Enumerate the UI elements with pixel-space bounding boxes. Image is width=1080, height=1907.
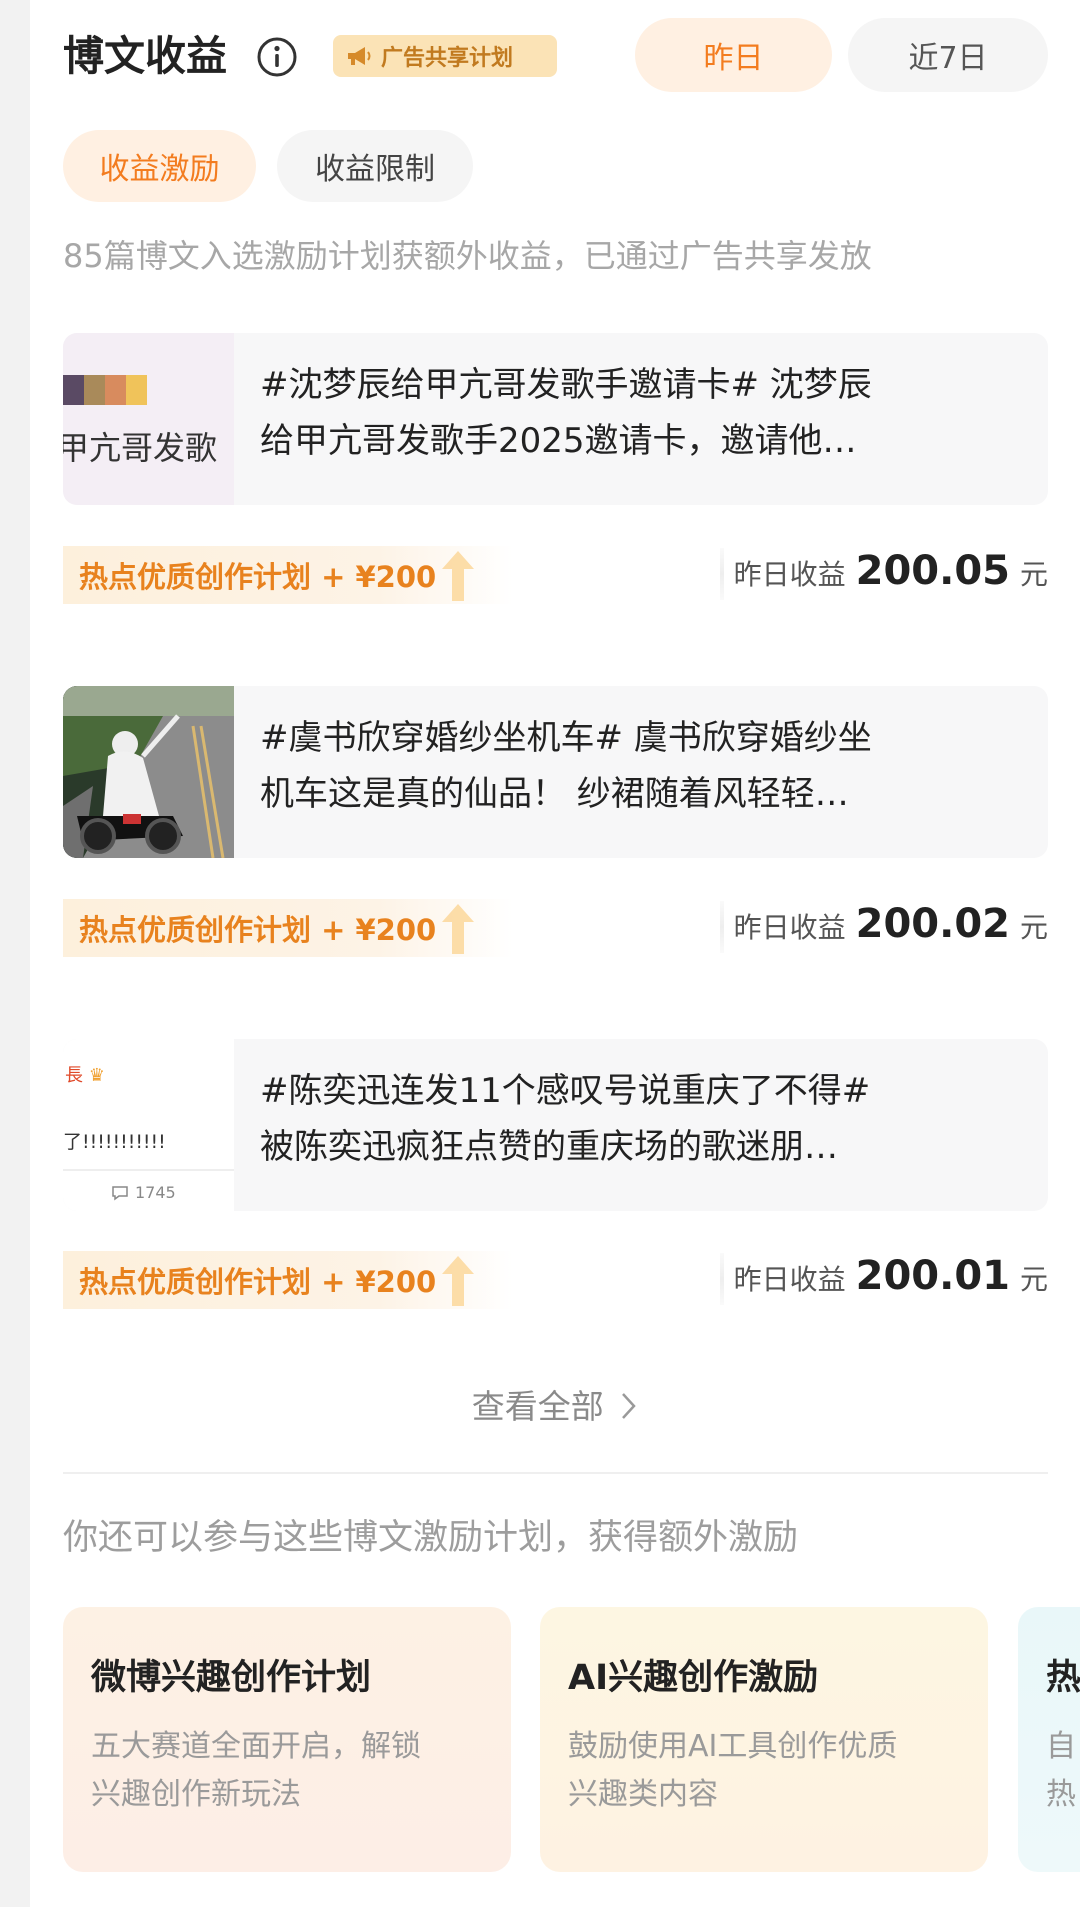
earnings-card: 博文收益 广告共享计划 昨日 近7日 收益激励 收益限制 85篇博文入选激励计划…	[30, 0, 1080, 1907]
post-thumbnail: 長 ♛ 了!!!!!!!!!!! 1745	[63, 1039, 234, 1211]
earn-divider	[720, 548, 724, 600]
earn-divider	[720, 1253, 724, 1305]
comment-count-value: 1745	[135, 1183, 176, 1202]
post-item[interactable]: #虞书欣穿婚纱坐机车# 虞书欣穿婚纱坐 机车这是真的仙品！ 纱裙随着风轻轻…	[63, 686, 1048, 858]
post-title-line: #陈奕迅连发11个感叹号说重庆了不得#	[260, 1071, 871, 1111]
post-title-line: 机车这是真的仙品！ 纱裙随着风轻轻…	[260, 774, 849, 814]
ad-share-badge[interactable]: 广告共享计划	[333, 35, 557, 77]
plan-card-desc: 兴趣创作新玩法	[91, 1777, 301, 1812]
earn-label: 昨日收益	[733, 1263, 846, 1296]
earn-amount: 200.02	[855, 901, 1010, 947]
plan-card-title: 热	[1046, 1658, 1080, 1698]
post-title-line: #沈梦辰给甲亢哥发歌手邀请卡# 沈梦辰	[260, 365, 872, 405]
more-plans-intro: 你还可以参与这些博文激励计划，获得额外激励	[63, 1518, 799, 1558]
post-title-line: 给甲亢哥发歌手2025邀请卡，邀请他…	[260, 421, 857, 461]
yesterday-earnings: 昨日收益 200.01 元	[734, 1253, 1048, 1299]
page-title: 博文收益	[63, 32, 227, 80]
earn-label: 昨日收益	[733, 911, 846, 944]
plan-card-ai-interest[interactable]: AI兴趣创作激励 鼓励使用AI工具创作优质 兴趣类内容	[540, 1607, 988, 1872]
earn-label: 昨日收益	[733, 558, 846, 591]
plan-card-title: 微博兴趣创作计划	[91, 1658, 372, 1698]
tab-last-7-days[interactable]: 近7日	[848, 18, 1048, 92]
earn-unit: 元	[1019, 558, 1048, 591]
earn-unit: 元	[1019, 1263, 1048, 1296]
thumbnail-divider	[63, 1169, 234, 1171]
plan-card-title: AI兴趣创作激励	[568, 1658, 819, 1698]
post-thumbnail	[63, 686, 234, 858]
earn-amount: 200.01	[855, 1253, 1010, 1299]
thumbnail-user-label: 長	[65, 1065, 83, 1086]
post-thumbnail: 甲亢哥发歌	[63, 333, 234, 505]
view-all-link[interactable]: 查看全部	[30, 1382, 1080, 1432]
megaphone-icon	[348, 47, 371, 65]
yesterday-earnings: 昨日收益 200.05 元	[734, 548, 1048, 594]
plan-card-desc: 自	[1046, 1729, 1076, 1764]
yesterday-earnings: 昨日收益 200.02 元	[734, 901, 1048, 947]
plan-card-desc: 兴趣类内容	[568, 1777, 718, 1812]
thumbnail-caption: 甲亢哥发歌	[63, 429, 218, 467]
plan-tag-label: 热点优质创作计划 + ¥200	[79, 913, 437, 947]
comment-count: 1745	[111, 1183, 176, 1202]
post-item[interactable]: 長 ♛ 了!!!!!!!!!!! 1745 #陈奕迅连发11个感叹号说重庆了不得…	[63, 1039, 1048, 1211]
plan-tag: 热点优质创作计划 + ¥200	[63, 546, 513, 604]
view-all-label: 查看全部	[471, 1387, 604, 1426]
motorcycle-photo	[63, 686, 234, 858]
earn-amount: 200.05	[855, 548, 1010, 594]
post-title-line: 被陈奕迅疯狂点赞的重庆场的歌迷朋…	[260, 1127, 838, 1167]
plan-card-hot[interactable]: 热 自 热	[1018, 1607, 1080, 1872]
plan-tag-label: 热点优质创作计划 + ¥200	[79, 1265, 437, 1299]
plan-card-desc: 鼓励使用AI工具创作优质	[568, 1729, 898, 1764]
plan-tag: 热点优质创作计划 + ¥200	[63, 1251, 513, 1309]
plan-tag-label: 热点优质创作计划 + ¥200	[79, 560, 437, 594]
post-item[interactable]: 甲亢哥发歌 #沈梦辰给甲亢哥发歌手邀请卡# 沈梦辰 给甲亢哥发歌手2025邀请卡…	[63, 333, 1048, 505]
plan-card-weibo-interest[interactable]: 微博兴趣创作计划 五大赛道全面开启，解锁 兴趣创作新玩法	[63, 1607, 511, 1872]
tab-earnings-limit[interactable]: 收益限制	[277, 130, 473, 202]
crown-icon: ♛	[88, 1065, 105, 1086]
comment-icon	[112, 1185, 128, 1200]
thumbnail-caption: 了!!!!!!!!!!!	[63, 1131, 166, 1153]
post-title-line: #虞书欣穿婚纱坐机车# 虞书欣穿婚纱坐	[260, 718, 872, 758]
earn-divider	[720, 901, 724, 953]
incentive-summary: 85篇博文入选激励计划获额外收益，已通过广告共享发放	[63, 237, 872, 275]
plan-card-desc: 热	[1046, 1777, 1076, 1812]
chevron-right-icon	[622, 1393, 636, 1419]
up-arrow-icon	[442, 904, 475, 954]
section-divider	[63, 1472, 1048, 1474]
up-arrow-icon	[442, 551, 475, 601]
tab-earnings-incentive[interactable]: 收益激励	[63, 130, 256, 202]
info-icon[interactable]	[256, 36, 298, 78]
earn-unit: 元	[1019, 911, 1048, 944]
ad-share-badge-label: 广告共享计划	[381, 46, 514, 71]
thumbnail-user-tag: 長 ♛	[65, 1061, 105, 1087]
tab-yesterday[interactable]: 昨日	[635, 18, 832, 92]
plan-tag: 热点优质创作计划 + ¥200	[63, 899, 513, 957]
up-arrow-icon	[442, 1256, 475, 1306]
plan-card-desc: 五大赛道全面开启，解锁	[91, 1729, 421, 1764]
